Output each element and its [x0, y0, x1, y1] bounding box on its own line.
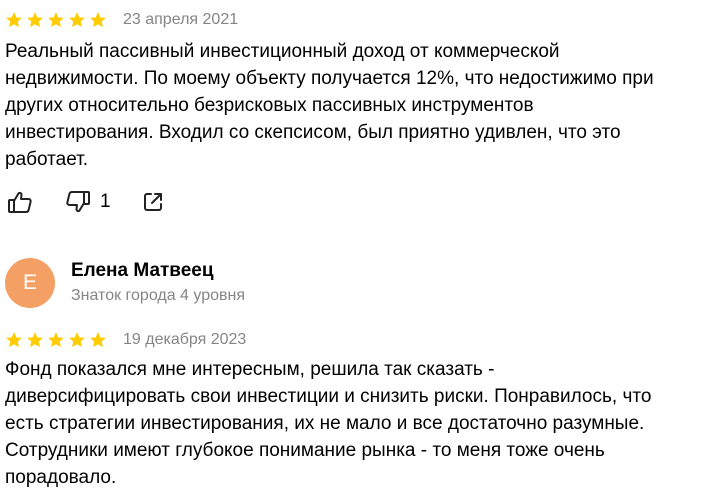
rating-row: 19 декабря 2023 [5, 328, 246, 352]
avatar[interactable]: Е [5, 258, 55, 308]
review-actions: 1 [6, 187, 165, 217]
review-text: Фонд показался мне интересным, решила та… [5, 359, 652, 488]
star-icon [90, 12, 106, 28]
star-rating [5, 11, 107, 29]
review-text: Реальный пассивный инвестиционный доход … [5, 41, 654, 170]
dislike-count: 1 [100, 191, 111, 212]
review-date: 19 декабря 2023 [123, 331, 247, 348]
like-button[interactable] [6, 188, 34, 216]
star-icon [48, 332, 64, 348]
star-rating [5, 331, 107, 349]
star-icon [48, 12, 64, 28]
dislike-button[interactable]: 1 [64, 188, 111, 216]
review-date: 23 апреля 2021 [123, 11, 239, 28]
star-icon [6, 12, 22, 28]
author-level: Знаток города 4 уровня [71, 287, 246, 304]
thumbs-down-icon [66, 191, 90, 213]
share-icon [143, 193, 162, 211]
author-name[interactable]: Елена Матвеец [71, 258, 245, 284]
review-author: Е Елена Матвеец Знаток города 4 уровня [5, 258, 245, 308]
star-icon [69, 12, 85, 28]
share-button[interactable] [141, 190, 165, 214]
star-icon [27, 332, 43, 348]
author-info: Елена Матвеец Знаток города 4 уровня [71, 258, 245, 308]
thumbs-up-icon [8, 191, 32, 213]
star-icon [69, 332, 85, 348]
star-icon [6, 332, 22, 348]
star-icon [27, 12, 43, 28]
rating-row: 23 апреля 2021 [5, 8, 238, 32]
star-icon [90, 332, 106, 348]
